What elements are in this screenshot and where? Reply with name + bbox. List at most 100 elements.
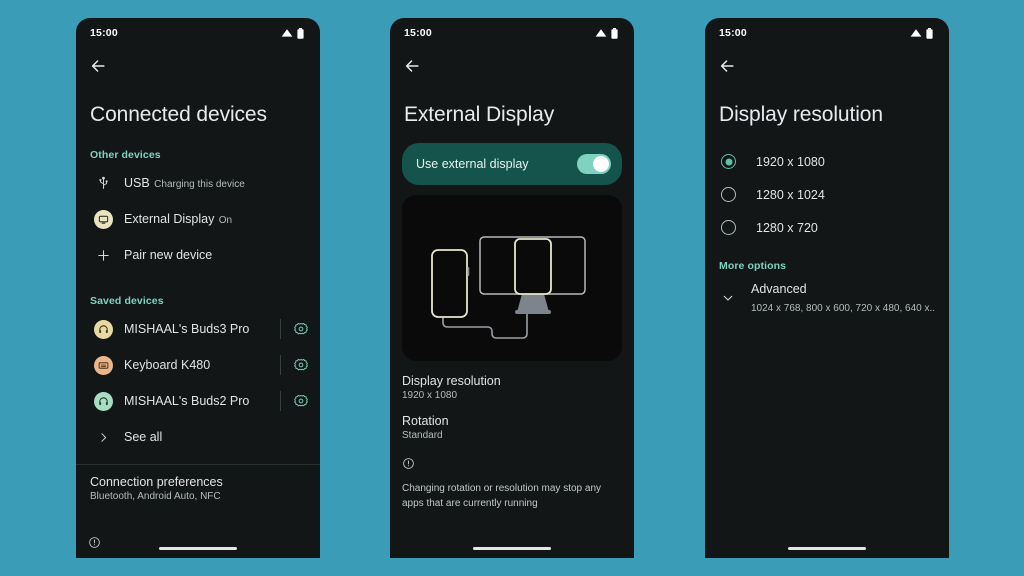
status-bar: 15:00 — [390, 18, 634, 48]
advanced-expander[interactable]: Advanced 1024 x 768, 800 x 600, 720 x 48… — [705, 276, 949, 316]
list-item-subtitle: On — [218, 215, 233, 227]
gesture-bar[interactable] — [473, 547, 551, 550]
list-item-title: External Display — [124, 212, 215, 227]
gear-icon[interactable] — [294, 322, 308, 336]
battery-icon — [297, 27, 304, 39]
display-resolution-item[interactable]: Display resolution 1920 x 1080 — [390, 361, 634, 401]
display-resolution-title: Display resolution — [402, 374, 501, 389]
list-item-trailing — [280, 355, 308, 376]
rotation-item[interactable]: Rotation Standard — [390, 401, 634, 441]
battery-icon — [611, 27, 618, 39]
keyboard-icon — [93, 355, 113, 375]
use-external-display-toggle-card[interactable]: Use external display — [402, 143, 622, 186]
usb-icon — [90, 176, 116, 191]
info-icon[interactable] — [88, 536, 101, 554]
row-divider — [280, 391, 281, 412]
list-item-external-display[interactable]: External Display On — [76, 201, 320, 237]
radio-button[interactable] — [721, 220, 736, 236]
status-bar: 15:00 — [76, 18, 320, 48]
status-bar-time: 15:00 — [719, 27, 747, 39]
list-item-text: See all — [116, 428, 308, 446]
radio-label: 1280 x 1024 — [756, 187, 825, 202]
list-item-title: MISHAAL's Buds2 Pro — [124, 394, 250, 409]
status-bar-time: 15:00 — [90, 27, 118, 39]
monitor-icon-glyph — [98, 215, 108, 224]
use-external-display-switch[interactable] — [577, 154, 611, 175]
list-item-trailing — [280, 319, 308, 340]
wifi-icon — [910, 29, 922, 37]
screenshot-stage: 15:00 Connected devices Other devices US… — [0, 0, 1024, 576]
back-bar[interactable] — [705, 48, 949, 84]
list-item-title: Keyboard K480 — [124, 358, 211, 373]
headphones-icon-glyph — [98, 397, 108, 405]
page-title: External Display — [404, 103, 555, 126]
back-arrow-icon[interactable] — [402, 56, 422, 76]
device-avatar — [90, 319, 116, 339]
keyboard-icon-glyph — [98, 361, 108, 369]
back-arrow-icon[interactable] — [88, 56, 108, 76]
usb-icon-glyph — [98, 176, 108, 189]
plus-icon — [90, 248, 116, 263]
list-item-title: Pair new device — [124, 248, 213, 263]
list-item-subtitle: Charging this device — [154, 179, 245, 191]
gesture-bar[interactable] — [159, 547, 237, 550]
radio-label: 1920 x 1080 — [756, 154, 825, 169]
radio-button[interactable] — [721, 187, 736, 203]
gear-icon[interactable] — [294, 358, 308, 372]
status-bar-icons — [281, 27, 304, 39]
list-item-text: USB Charging this device — [116, 174, 308, 192]
list-item-pair-new-device[interactable]: Pair new device — [76, 237, 320, 273]
list-item-keyboard-k480[interactable]: Keyboard K480 — [76, 347, 320, 383]
external-display-icon — [93, 209, 113, 229]
radio-button[interactable] — [721, 154, 736, 170]
status-bar-time: 15:00 — [404, 27, 432, 39]
chevron-down-icon-glyph[interactable] — [721, 291, 735, 305]
gear-icon[interactable] — [294, 394, 308, 408]
list-item-text: External Display On — [116, 210, 308, 228]
section-label-more-options: More options — [719, 260, 787, 273]
phone-connected-to-monitor-illustration-graphic — [431, 236, 586, 339]
headphones-icon — [93, 391, 113, 411]
display-resolution-value: 1920 x 1080 — [402, 390, 458, 402]
chevron-down-icon[interactable] — [719, 291, 737, 305]
wifi-icon — [281, 29, 293, 37]
list-item-buds2-pro[interactable]: MISHAAL's Buds2 Pro — [76, 383, 320, 419]
page-title: Connected devices — [90, 103, 267, 126]
list-item-text: MISHAAL's Buds3 Pro — [116, 320, 280, 338]
info-icon-glyph[interactable] — [88, 536, 101, 549]
list-item-usb[interactable]: USB Charging this device — [76, 165, 320, 201]
radio-option-1280x1024[interactable]: 1280 x 1024 — [705, 178, 949, 211]
info-icon — [403, 458, 414, 469]
headphones-icon-glyph — [98, 325, 108, 333]
advanced-text: Advanced 1024 x 768, 800 x 600, 720 x 48… — [737, 280, 939, 316]
back-bar[interactable] — [76, 48, 320, 84]
list-item-see-all[interactable]: See all — [76, 419, 320, 455]
status-bar-icons — [595, 27, 618, 39]
rotation-warning-text: Changing rotation or resolution may stop… — [402, 483, 602, 509]
external-display-illustration — [402, 195, 622, 362]
phone-screen-external-display: 15:00 External Display Use external disp… — [390, 18, 634, 558]
advanced-title: Advanced — [751, 282, 807, 297]
list-item-buds3-pro[interactable]: MISHAAL's Buds3 Pro — [76, 311, 320, 347]
row-divider — [280, 355, 281, 376]
radio-label: 1280 x 720 — [756, 220, 818, 235]
page-title: Display resolution — [719, 103, 883, 126]
list-item-text: MISHAAL's Buds2 Pro — [116, 392, 280, 410]
rotation-value: Standard — [402, 430, 443, 442]
chevron-right-icon-glyph — [100, 432, 106, 442]
back-arrow-icon[interactable] — [717, 56, 737, 76]
list-item-title: USB — [124, 176, 150, 191]
gesture-bar[interactable] — [788, 547, 866, 550]
status-bar: 15:00 — [705, 18, 949, 48]
radio-option-1280x720[interactable]: 1280 x 720 — [705, 211, 949, 244]
back-bar[interactable] — [390, 48, 634, 84]
toggle-label: Use external display — [416, 157, 529, 172]
battery-icon — [926, 27, 933, 39]
external-display-avatar — [90, 209, 116, 229]
radio-option-1920x1080[interactable]: 1920 x 1080 — [705, 145, 949, 178]
connection-preferences[interactable]: Connection preferences Bluetooth, Androi… — [76, 465, 320, 502]
device-avatar — [90, 391, 116, 411]
list-item-text: Keyboard K480 — [116, 356, 280, 374]
switch-knob — [593, 156, 609, 173]
